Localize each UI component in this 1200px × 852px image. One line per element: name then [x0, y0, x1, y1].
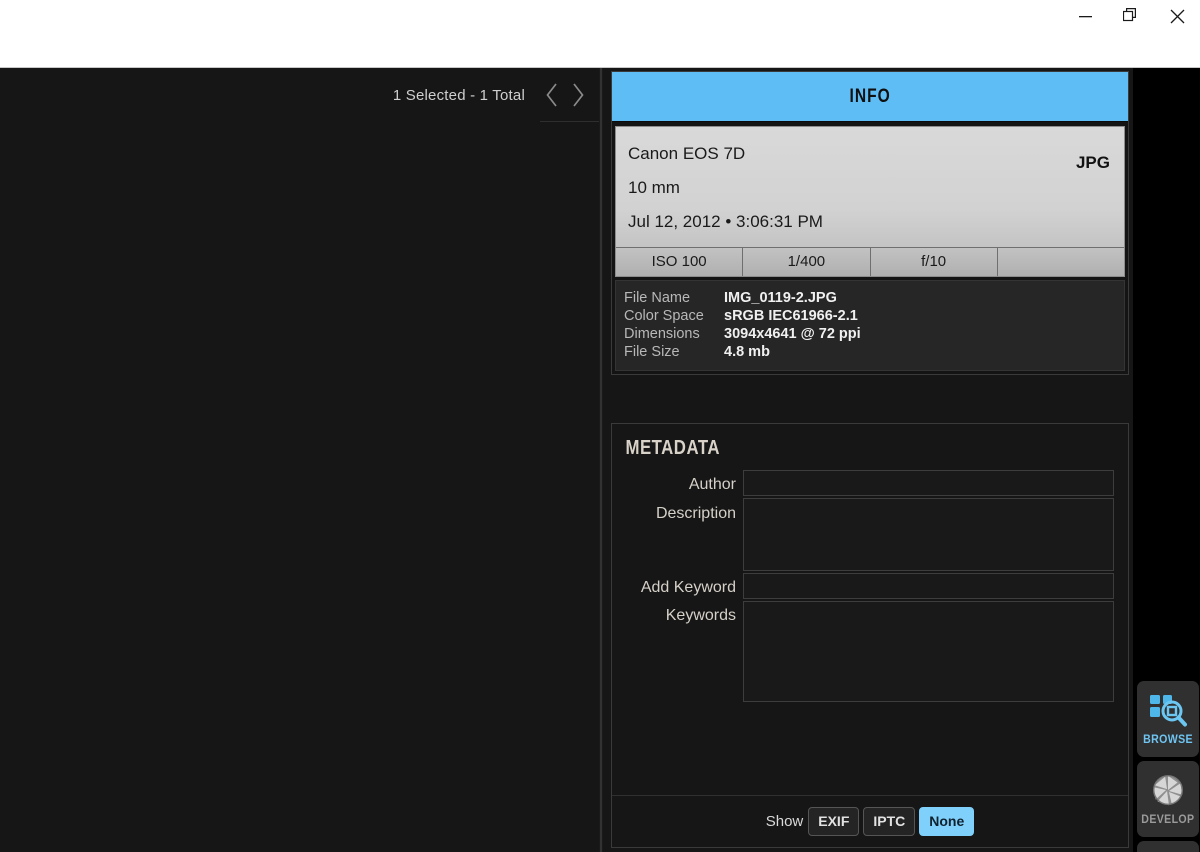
window-title-bar	[0, 0, 1200, 68]
dimensions-value: 3094x4641 @ 72 ppi	[724, 326, 861, 342]
restore-button[interactable]	[1108, 0, 1154, 32]
mode-button-browse[interactable]: BROWSE	[1137, 681, 1199, 757]
author-input[interactable]	[743, 470, 1114, 496]
mode-label-browse: BROWSE	[1143, 734, 1193, 746]
add-keyword-input[interactable]	[743, 573, 1114, 599]
chevron-left-icon	[546, 83, 557, 107]
file-details-block: File Name IMG_0119-2.JPG Color Space sRG…	[615, 280, 1125, 371]
info-panel-header[interactable]: INFO	[612, 72, 1128, 122]
show-iptc-button[interactable]: IPTC	[863, 807, 916, 836]
metadata-field-add-keyword: Add Keyword	[612, 573, 1114, 599]
close-button[interactable]	[1154, 0, 1200, 32]
info-panel-title: INFO	[849, 85, 891, 107]
exif-summary-card: Canon EOS 7D 10 mm Jul 12, 2012 • 3:06:3…	[615, 126, 1125, 277]
aperture-icon	[1153, 775, 1183, 806]
file-size-label: File Size	[624, 344, 680, 360]
show-exif-button[interactable]: EXIF	[808, 807, 860, 836]
mode-label-develop: DEVELOP	[1141, 814, 1195, 826]
thumbnail-browser-pane[interactable]: 1 Selected - 1 Total	[0, 68, 599, 852]
info-panel-body: Canon EOS 7D 10 mm Jul 12, 2012 • 3:06:3…	[612, 122, 1128, 374]
mode-button-third[interactable]	[1137, 841, 1199, 852]
mode-rail: BROWSE DEVELOP	[1133, 68, 1200, 852]
dimensions-label: Dimensions	[624, 326, 700, 342]
metadata-show-bar: Show EXIF IPTC None	[612, 795, 1128, 847]
info-panel: INFO Canon EOS 7D 10 mm Jul 12, 2012 • 3…	[611, 71, 1129, 375]
focal-length: 10 mm	[628, 178, 680, 197]
toolbar-divider	[540, 121, 599, 122]
minimize-icon	[1078, 15, 1092, 17]
metadata-field-description: Description	[612, 498, 1114, 571]
minimize-button[interactable]	[1062, 0, 1108, 32]
shot-settings-row: ISO 100 1/400 f/10	[616, 247, 1124, 276]
capture-datetime: Jul 12, 2012 • 3:06:31 PM	[628, 212, 823, 231]
description-label: Description	[655, 505, 736, 522]
keywords-input[interactable]	[743, 601, 1114, 702]
shutter-speed-value: 1/400	[743, 248, 871, 276]
metadata-field-author: Author	[612, 470, 1114, 496]
mode-button-develop[interactable]: DEVELOP	[1137, 761, 1199, 837]
file-name-label: File Name	[624, 290, 691, 306]
table-row: File Size 4.8 mb	[616, 343, 1124, 361]
show-label: Show	[765, 813, 804, 830]
keywords-label: Keywords	[665, 607, 736, 624]
next-image-button[interactable]	[565, 80, 591, 110]
description-input[interactable]	[743, 498, 1114, 571]
metadata-field-keywords: Keywords	[612, 601, 1114, 702]
metadata-panel-title: METADATA	[625, 437, 720, 459]
file-size-value: 4.8 mb	[724, 344, 770, 360]
close-icon	[1170, 9, 1184, 23]
metadata-panel: METADATA Author Description Add Keyword	[611, 423, 1129, 848]
chevron-right-icon	[573, 83, 584, 107]
color-space-label: Color Space	[624, 308, 704, 324]
workspace: 1 Selected - 1 Total INFO Canon EOS 7D 1…	[0, 68, 1200, 852]
table-row: Color Space sRGB IEC61966-2.1	[616, 307, 1124, 325]
camera-model: Canon EOS 7D	[628, 144, 746, 163]
restore-icon	[1123, 8, 1136, 22]
metadata-fields: Author Description Add Keyword Keywords	[612, 460, 1128, 702]
show-none-button[interactable]: None	[919, 807, 975, 836]
table-row: Dimensions 3094x4641 @ 72 ppi	[616, 325, 1124, 343]
browser-toolbar: 1 Selected - 1 Total	[0, 68, 599, 122]
table-row: File Name IMG_0119-2.JPG	[616, 289, 1124, 307]
iso-value: ISO 100	[616, 248, 744, 276]
file-type-badge: JPG	[1075, 153, 1110, 172]
aperture-value: f/10	[871, 248, 998, 276]
selection-status: 1 Selected - 1 Total	[392, 86, 525, 104]
add-keyword-label: Add Keyword	[640, 579, 736, 596]
info-column: INFO Canon EOS 7D 10 mm Jul 12, 2012 • 3…	[603, 68, 1133, 852]
color-space-value: sRGB IEC61966-2.1	[724, 308, 858, 324]
extra-setting-value	[998, 248, 1124, 276]
previous-image-button[interactable]	[539, 80, 565, 110]
browse-grid-magnifier-icon	[1150, 695, 1187, 727]
app-window: 1 Selected - 1 Total INFO Canon EOS 7D 1…	[0, 0, 1200, 852]
file-name-value: IMG_0119-2.JPG	[724, 290, 837, 306]
author-label: Author	[688, 476, 736, 493]
